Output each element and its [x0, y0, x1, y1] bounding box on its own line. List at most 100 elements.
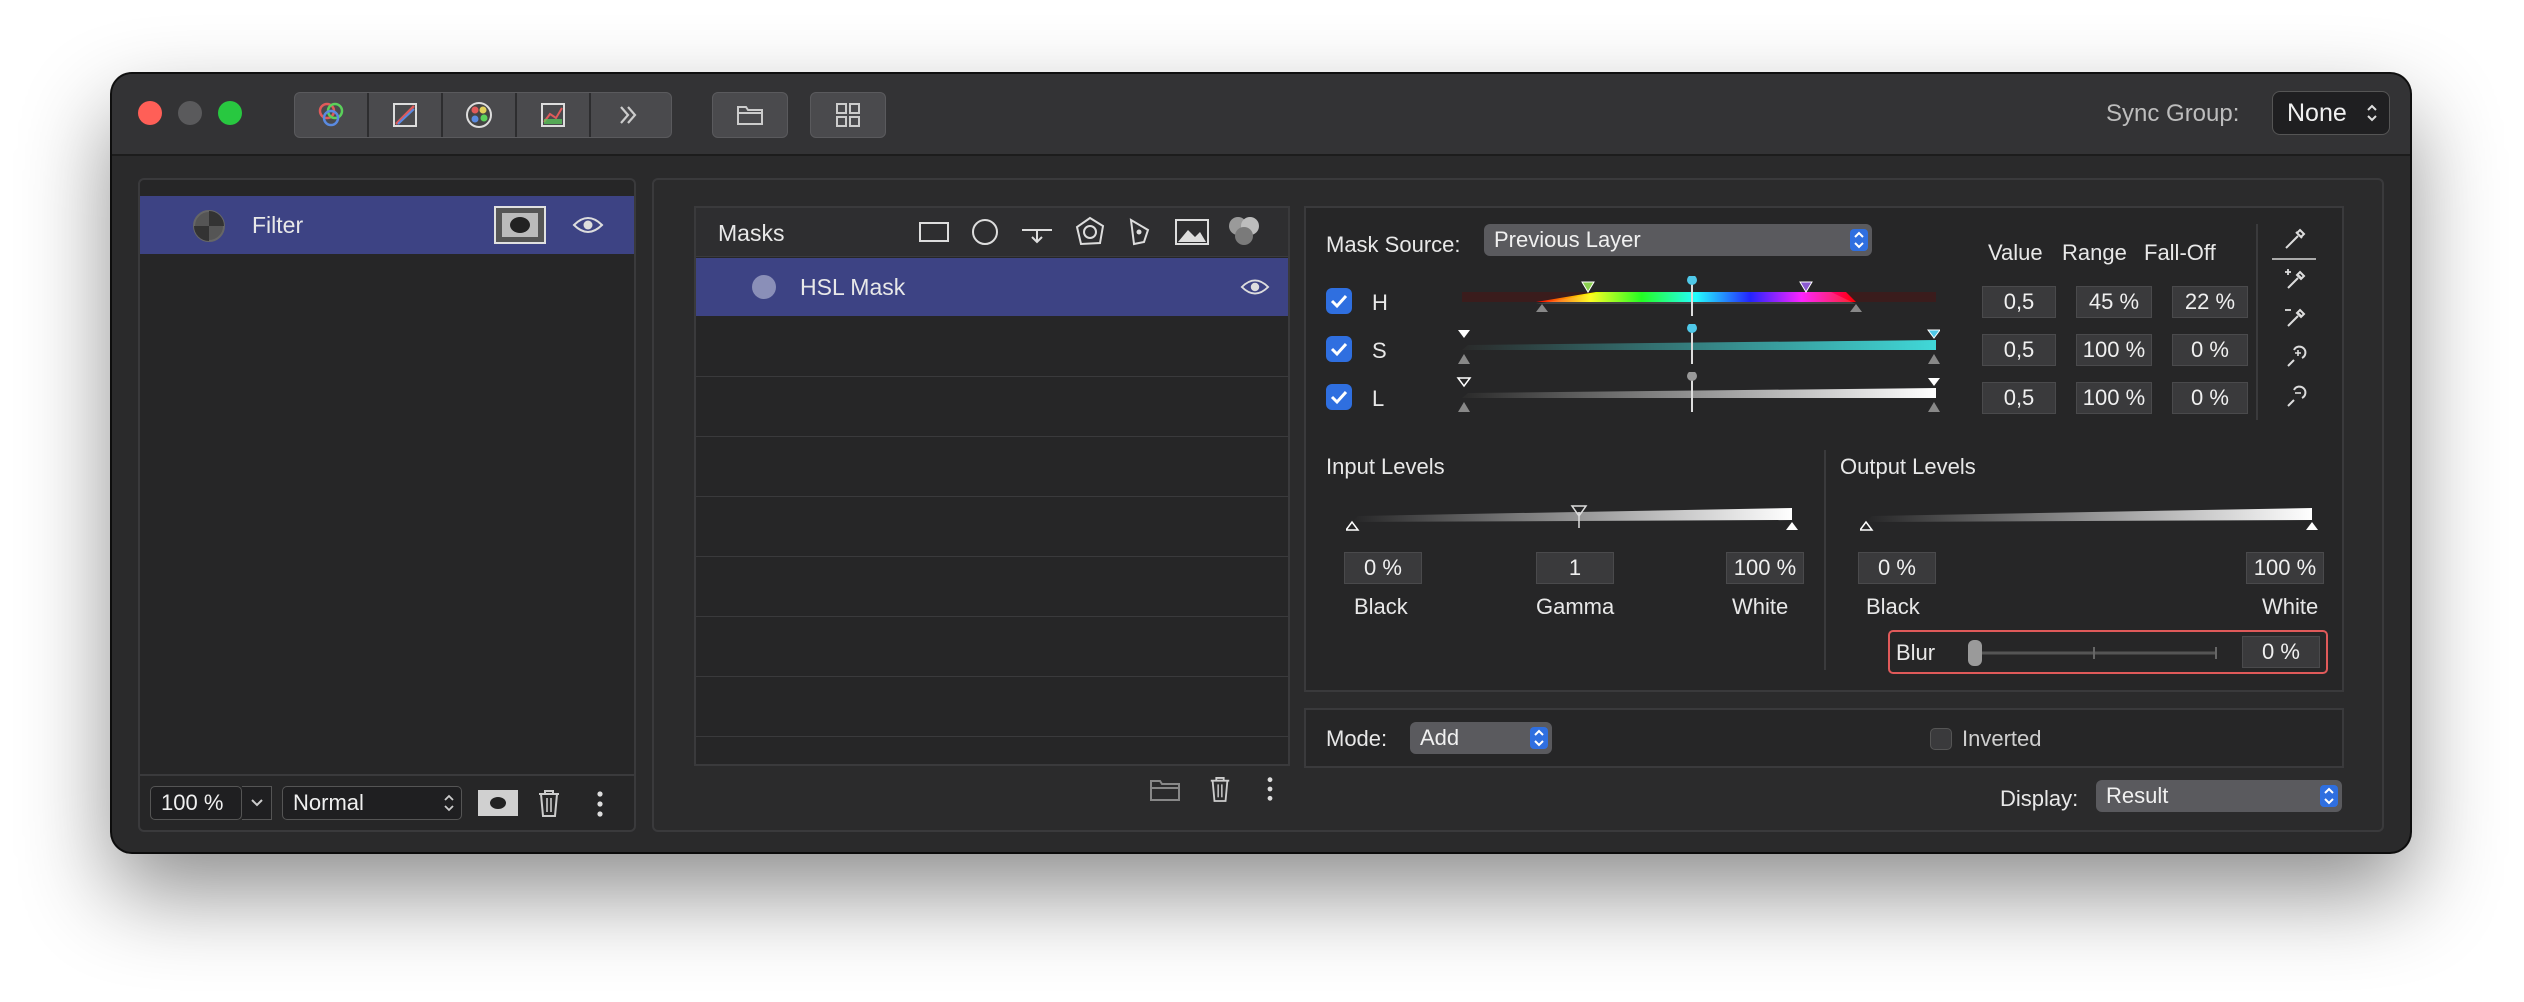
color-mask-icon[interactable]: [1226, 214, 1262, 248]
eyedropper-minus-icon[interactable]: [2282, 304, 2308, 330]
saturation-falloff-field[interactable]: 0 %: [2172, 334, 2248, 366]
output-white-label: White: [2262, 594, 2319, 619]
image-icon[interactable]: [1174, 218, 1210, 246]
layer-mask-button[interactable]: [494, 206, 546, 244]
inverted-checkbox[interactable]: [1930, 728, 1952, 750]
blur-slider[interactable]: [1966, 638, 2226, 668]
input-gamma-field[interactable]: 1: [1536, 552, 1614, 584]
input-white-label: White: [1732, 594, 1789, 619]
trash-icon[interactable]: [536, 788, 562, 818]
luminance-falloff-field[interactable]: 0 %: [2172, 382, 2248, 414]
visibility-eye-icon[interactable]: [572, 214, 604, 236]
blend-mode-select[interactable]: Normal: [282, 786, 462, 820]
hue-falloff-field[interactable]: 22 %: [2172, 286, 2248, 318]
output-white-field[interactable]: 100 %: [2246, 552, 2324, 584]
layer-label: Filter: [252, 212, 304, 238]
saturation-value: 0,5: [2003, 337, 2035, 362]
output-black-value: 0 %: [1878, 555, 1916, 580]
eyedropper-shrink-icon[interactable]: [2282, 384, 2308, 410]
luminance-range-slider[interactable]: [1456, 372, 1940, 416]
luminance-checkbox[interactable]: [1326, 384, 1352, 410]
levels-icon[interactable]: [517, 93, 591, 137]
luminance-value-field[interactable]: 0,5: [1982, 382, 2056, 414]
add-mask-button[interactable]: [478, 790, 518, 816]
luminance-falloff: 0 %: [2191, 385, 2229, 410]
layer-row-filter[interactable]: Filter: [140, 196, 634, 254]
value-column-header: Value: [1988, 240, 2043, 265]
mask-source-select[interactable]: Previous Layer: [1484, 224, 1872, 256]
opacity-dropdown-button[interactable]: [242, 786, 272, 820]
mask-row-hsl[interactable]: HSL Mask: [696, 258, 1288, 316]
chevron-down-icon: [250, 799, 263, 807]
eyedropper-expand-icon[interactable]: [2282, 344, 2308, 370]
eyedropper-icon[interactable]: [2282, 226, 2308, 252]
output-white-value: 100 %: [2253, 555, 2317, 580]
saturation-range-field[interactable]: 100 %: [2076, 334, 2152, 366]
updown-chevron-icon: [444, 794, 454, 812]
more-options-icon[interactable]: [596, 790, 604, 818]
hue-label: H: [1372, 290, 1388, 315]
saturation-falloff: 0 %: [2191, 337, 2229, 362]
eyedropper-divider: [2256, 224, 2258, 420]
hue-range-field[interactable]: 45 %: [2076, 286, 2152, 318]
luminance-range-field[interactable]: 100 %: [2076, 382, 2152, 414]
mask-label: HSL Mask: [800, 274, 906, 300]
updown-chevron-icon: [1530, 727, 1548, 749]
saturation-label: S: [1372, 338, 1387, 363]
grid-button[interactable]: [810, 92, 886, 138]
hue-range-slider[interactable]: [1456, 276, 1940, 320]
hue-falloff: 22 %: [2184, 289, 2236, 314]
layers-panel: Filter 100 % Normal: [138, 178, 636, 832]
polygon-icon[interactable]: [1074, 216, 1106, 248]
hue-checkbox[interactable]: [1326, 288, 1352, 314]
hue-value-field[interactable]: 0,5: [1982, 286, 2056, 318]
input-black-field[interactable]: 0 %: [1344, 552, 1422, 584]
folder-button[interactable]: [712, 92, 788, 138]
input-levels-title: Input Levels: [1326, 454, 1445, 479]
output-black-field[interactable]: 0 %: [1858, 552, 1936, 584]
close-window-button[interactable]: [138, 101, 162, 125]
title-bar: Sync Group: None: [112, 74, 2410, 156]
mode-bar: Mode: Add Inverted: [1304, 708, 2344, 768]
eyedropper-plus-icon[interactable]: [2282, 266, 2308, 292]
tool-button-group: [294, 92, 672, 138]
trash-icon[interactable]: [1208, 774, 1232, 804]
rectangle-icon[interactable]: [918, 220, 950, 244]
gradient-icon[interactable]: [1020, 218, 1054, 246]
mask-icon: [490, 797, 506, 809]
masks-header: Masks: [696, 208, 1288, 257]
output-levels-slider[interactable]: [1860, 498, 2324, 532]
chevrons-right-icon[interactable]: [591, 93, 665, 137]
zoom-window-button[interactable]: [218, 101, 242, 125]
mode-select[interactable]: Add: [1410, 722, 1552, 754]
curves-icon[interactable]: [369, 93, 443, 137]
sync-group-select[interactable]: None: [2272, 91, 2390, 135]
list-divider: [696, 616, 1288, 617]
list-divider: [696, 436, 1288, 437]
list-divider: [696, 676, 1288, 677]
visibility-eye-icon[interactable]: [1240, 276, 1270, 298]
ellipse-icon[interactable]: [970, 218, 1000, 246]
saturation-range-slider[interactable]: [1456, 324, 1940, 368]
pen-icon[interactable]: [1126, 216, 1156, 248]
minimize-window-button[interactable]: [178, 101, 202, 125]
list-divider: [696, 556, 1288, 557]
display-select[interactable]: Result: [2096, 780, 2342, 812]
blur-value-field[interactable]: 0 %: [2242, 636, 2320, 668]
layers-icon[interactable]: [295, 93, 369, 137]
saturation-value-field[interactable]: 0,5: [1982, 334, 2056, 366]
color-wheel-icon[interactable]: [443, 93, 517, 137]
hue-range: 45 %: [2088, 289, 2140, 314]
list-divider: [696, 496, 1288, 497]
saturation-checkbox[interactable]: [1326, 336, 1352, 362]
blur-control: Blur 0 %: [1888, 630, 2328, 674]
mode-label: Mode:: [1326, 726, 1388, 751]
luminance-range: 100 %: [2082, 385, 2146, 410]
filter-layer-icon: [193, 210, 225, 242]
input-levels-slider[interactable]: [1346, 498, 1806, 532]
hue-value: 0,5: [2003, 289, 2035, 314]
folder-icon[interactable]: [1148, 776, 1182, 804]
more-options-icon[interactable]: [1266, 776, 1274, 802]
input-white-field[interactable]: 100 %: [1726, 552, 1804, 584]
opacity-field[interactable]: 100 %: [150, 786, 242, 820]
